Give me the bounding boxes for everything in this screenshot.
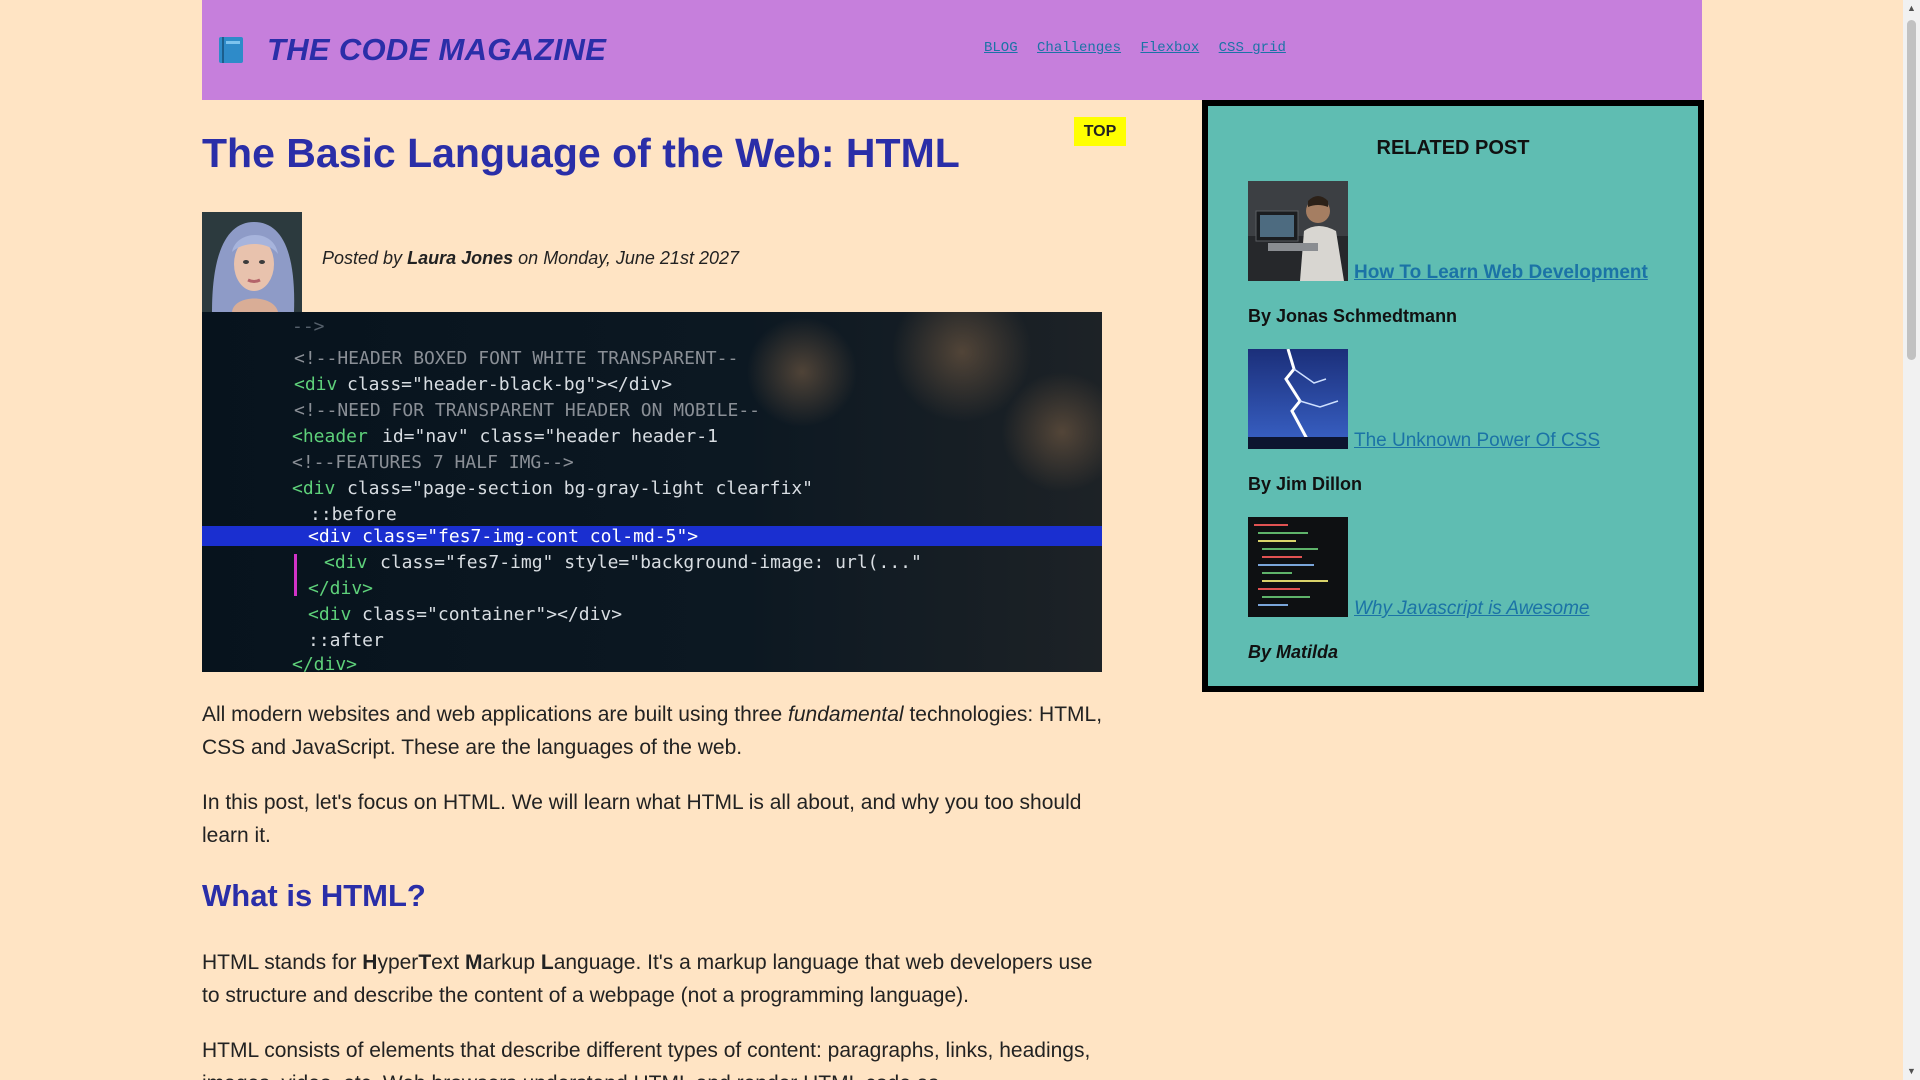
meta-middle: on (518, 248, 539, 268)
svg-text:-->: --> (292, 316, 325, 337)
related-link-javascript[interactable]: Why Javascript is Awesome (1354, 598, 1589, 620)
post-title: The Basic Language of the Web: HTML (202, 130, 960, 176)
svg-text:class="page-section bg-gray-li: class="page-section bg-gray-light clearf… (347, 478, 813, 499)
related-link-web-dev[interactable]: How To Learn Web Development (1354, 262, 1648, 284)
top-badge: TOP (1074, 117, 1126, 146)
svg-text:::after: ::after (308, 630, 384, 651)
svg-text:<!--HEADER BOXED FONT WHITE TR: <!--HEADER BOXED FONT WHITE TRANSPARENT-… (294, 348, 738, 369)
acronym-m: M (465, 951, 483, 974)
nav-link-flexbox[interactable]: Flexbox (1140, 40, 1199, 56)
related-thumb-css[interactable] (1248, 349, 1348, 449)
nav-link-css-grid[interactable]: CSS grid (1219, 40, 1286, 56)
site-title[interactable]: THE CODE MAGAZINE (267, 32, 606, 68)
intro-emphasis: fundamental (788, 703, 904, 726)
related-posts-sidebar: RELATED POST How To Learn Web Developmen… (1202, 100, 1704, 692)
focus-paragraph: In this post, let's focus on HTML. We wi… (202, 791, 1082, 847)
related-thumb-javascript[interactable] (1248, 517, 1348, 617)
svg-text:class="fes7-img" style="backgr: class="fes7-img" style="background-image… (380, 552, 922, 573)
meta-prefix: Posted by (322, 248, 403, 268)
definition-paragraph: HTML stands for HyperText Markup Languag… (202, 946, 1112, 1012)
scroll-thumb[interactable] (1907, 20, 1916, 360)
scroll-down-arrow-icon[interactable]: ▼ (1903, 1063, 1920, 1080)
related-thumb-web-dev[interactable] (1248, 181, 1348, 281)
elements-paragraph: HTML consists of elements that describe … (202, 1039, 1091, 1080)
related-author-matilda: By Matilda (1248, 642, 1339, 662)
main-nav: BLOG Challenges Flexbox CSS grid (984, 40, 1297, 56)
svg-text:<div: <div (294, 374, 337, 395)
author-avatar (202, 212, 302, 312)
page: THE CODE MAGAZINE BLOG Challenges Flexbo… (0, 0, 1920, 1080)
svg-text:<div: <div (324, 552, 367, 573)
meta-author: Laura Jones (407, 248, 514, 268)
meta-date: Monday, June 21st 2027 (543, 248, 739, 268)
acronym-yper: yper (377, 951, 419, 974)
svg-text:<!--NEED FOR TRANSPARENT HEADE: <!--NEED FOR TRANSPARENT HEADER ON MOBIL… (294, 400, 760, 421)
book-icon (218, 35, 244, 65)
svg-text:<div class="fes7-img-cont col-: <div class="fes7-img-cont col-md-5"> (308, 526, 698, 547)
acronym-t: T (418, 951, 432, 974)
svg-text:id="nav" class="header header-: id="nav" class="header header-1 (382, 426, 718, 447)
hero-image: --> <!--HEADER BOXED FONT WHITE TRANSPAR… (202, 312, 1102, 672)
related-author-jim: By Jim Dillon (1248, 474, 1363, 494)
acronym-arkup: arkup (482, 951, 536, 974)
acronym-h: H (362, 951, 378, 974)
sidebar-title: RELATED POST (1376, 137, 1530, 159)
svg-text:<div: <div (292, 478, 335, 499)
nav-link-challenges[interactable]: Challenges (1037, 40, 1121, 56)
intro-text-before: All modern websites and web applications… (202, 703, 783, 726)
svg-text:<div: <div (308, 604, 351, 625)
svg-text:</div>: </div> (308, 578, 373, 599)
related-author-jonas: By Jonas Schmedtmann (1248, 306, 1458, 326)
svg-text:<!--FEATURES 7 HALF IMG-->: <!--FEATURES 7 HALF IMG--> (292, 452, 574, 473)
page-scrollbar[interactable]: ▲ ▼ (1903, 0, 1920, 1080)
definition-text-before: HTML stands for (202, 951, 357, 974)
scroll-up-arrow-icon[interactable]: ▲ (1903, 0, 1920, 17)
acronym-l: L (540, 951, 554, 974)
svg-text:<header: <header (292, 426, 368, 447)
nav-link-blog[interactable]: BLOG (984, 40, 1018, 56)
acronym-ext: ext (431, 951, 460, 974)
svg-text:::before: ::before (310, 504, 397, 525)
intro-paragraph: All modern websites and web applications… (202, 698, 1112, 764)
post-meta: Posted by Laura Jones on Monday, June 21… (322, 248, 739, 269)
related-link-css[interactable]: The Unknown Power Of CSS (1354, 430, 1600, 452)
svg-text:</div>: </div> (292, 654, 357, 672)
section-heading: What is HTML? (202, 878, 426, 913)
svg-text:class="header-black-bg"></div>: class="header-black-bg"></div> (347, 374, 672, 395)
svg-text:class="container"></div>: class="container"></div> (362, 604, 622, 625)
